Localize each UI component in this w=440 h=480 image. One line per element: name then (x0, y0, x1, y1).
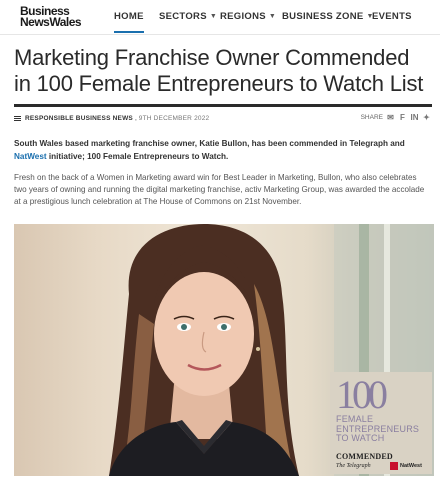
nav-sectors-label: SECTORS (159, 11, 207, 22)
logo-line-2: NewsWales (20, 15, 82, 29)
share-bar: SHARE ✉ f in ✦ (361, 111, 431, 123)
badge-commended: COMMENDED (336, 452, 393, 461)
badge-number: 100 (336, 372, 388, 417)
article-date: 9TH DECEMBER 2022 (138, 114, 210, 122)
natwest-logo-text: NatWest (400, 463, 422, 469)
chevron-down-icon: ▼ (209, 13, 218, 20)
site-logo[interactable]: Business NewsWales (20, 5, 90, 29)
nav-events[interactable]: EVENTS (372, 0, 412, 33)
top-nav: Business NewsWales HOME SECTORS ▼ REGIONS… (0, 0, 440, 35)
article-body: Fresh on the back of a Women in Marketin… (14, 173, 425, 207)
email-icon[interactable]: ✉ (386, 113, 395, 122)
nav-business-zone-label: BUSINESS ZONE (282, 11, 364, 22)
share-label: SHARE (360, 113, 383, 121)
article-category[interactable]: RESPONSIBLE BUSINESS NEWS (25, 115, 133, 122)
meta-separator: , (134, 114, 137, 122)
nav-sectors[interactable]: SECTORS ▼ (159, 0, 217, 33)
nav-home-label: HOME (114, 11, 144, 22)
award-badge: 100 FEMALE ENTREPRENEURS TO WATCH COMMEN… (330, 372, 432, 474)
nav-business-zone[interactable]: BUSINESS ZONE ▼ (282, 0, 374, 33)
nav-home[interactable]: HOME (114, 0, 144, 33)
lede-text-1: South Wales based marketing franchise ow… (14, 139, 405, 148)
badge-text: FEMALE ENTREPRENEURS TO WATCH (336, 414, 420, 443)
chevron-down-icon: ▼ (268, 13, 277, 20)
natwest-link[interactable]: NatWest (14, 152, 47, 161)
linkedin-icon[interactable]: in (410, 113, 419, 122)
natwest-logo-icon (390, 462, 398, 470)
nav-regions-label: REGIONS (220, 11, 266, 22)
facebook-icon[interactable]: f (398, 113, 407, 122)
article-lede: South Wales based marketing franchise ow… (14, 138, 426, 163)
article-title: Marketing Franchise Owner Commended in 1… (14, 45, 424, 96)
category-icon (14, 115, 21, 121)
article-meta: RESPONSIBLE BUSINESS NEWS , 9TH DECEMBER… (14, 112, 209, 124)
nav-regions[interactable]: REGIONS ▼ (220, 0, 276, 33)
lede-text-2: initiative; 100 Female Entrepreneurs to … (46, 151, 229, 161)
twitter-icon[interactable]: ✦ (422, 113, 431, 122)
title-divider (14, 104, 432, 107)
nav-events-label: EVENTS (372, 11, 412, 22)
telegraph-logo: The Telegraph (336, 463, 371, 469)
